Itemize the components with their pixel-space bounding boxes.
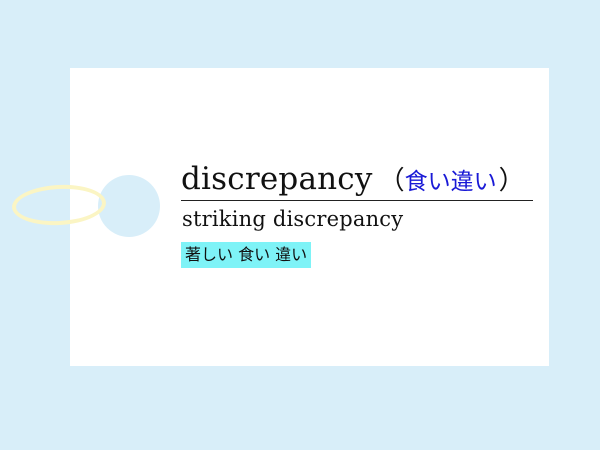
example-phrase: striking discrepancy (182, 207, 404, 231)
headword: discrepancy (181, 161, 373, 197)
phrase-translation: 著しい 食い 違い (181, 242, 312, 268)
headword-row: discrepancy （食い違い） (181, 160, 533, 201)
headword-meaning: 食い違い (404, 169, 497, 195)
paren-open: （ (378, 166, 405, 196)
paren-close: ） (498, 166, 525, 196)
card-punch-hole (98, 175, 160, 237)
